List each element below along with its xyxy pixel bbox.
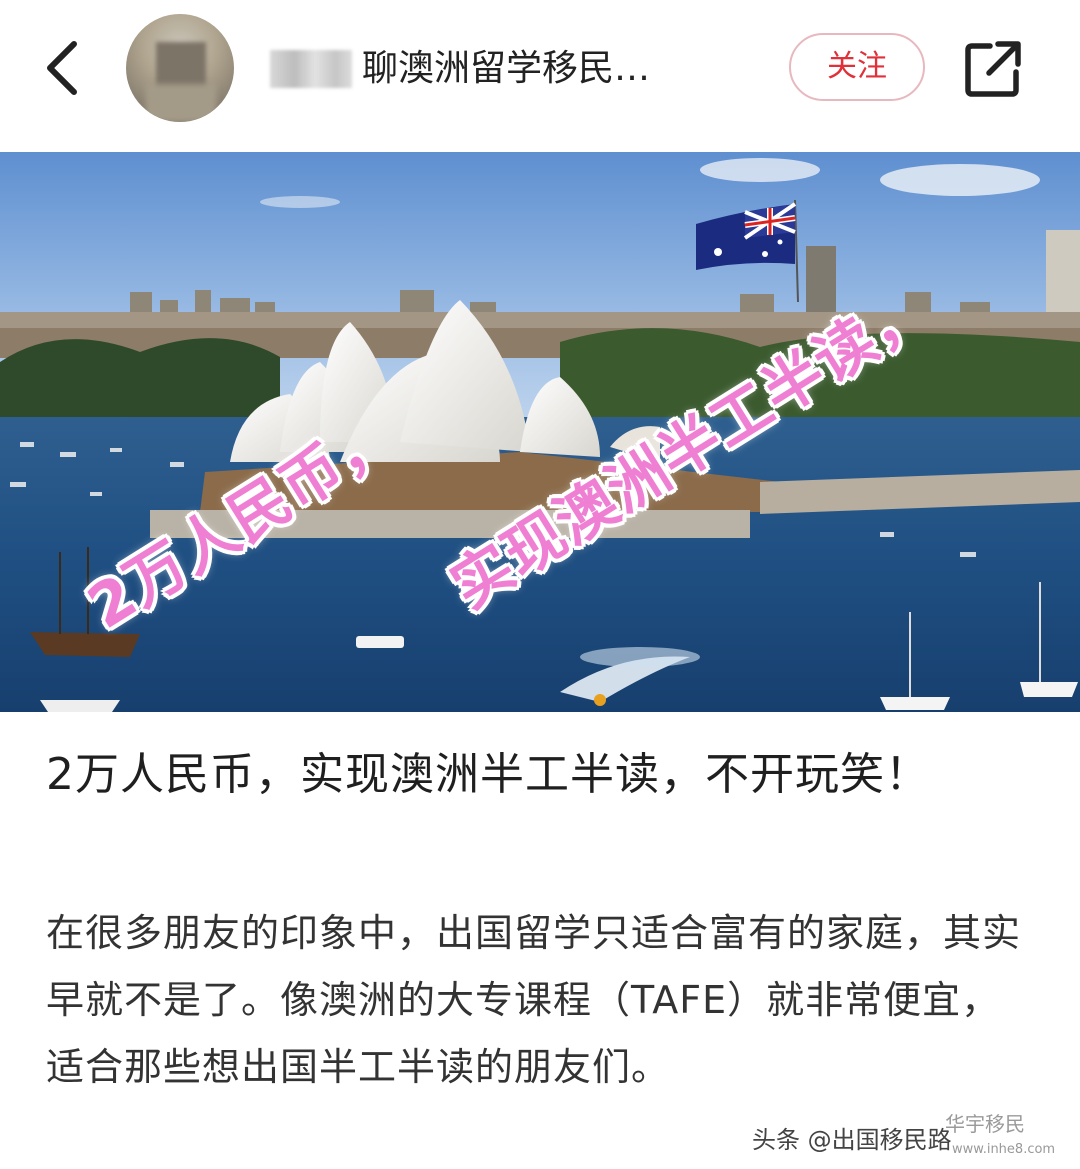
avatar[interactable] [126,14,234,122]
blurred-name-prefix [270,50,352,88]
article-title: 2万人民币，实现澳洲半工半读，不开玩笑！ [46,749,930,800]
url-watermark: www.inhe8.com [952,1142,1056,1157]
stamp-watermark: 华宇移民 [945,1112,1025,1136]
account-name[interactable]: 聊澳洲留学移民… [362,44,772,94]
sydney-opera-house-photo [0,152,1080,712]
article-body: 在很多朋友的印象中，出国留学只适合富有的家庭，其实早就不是了。像澳洲的大专课程（… [46,911,1022,1089]
share-external-icon [965,41,1021,97]
top-bar: 聊澳洲留学移民… 关注 [0,0,1080,140]
share-button[interactable] [962,38,1024,100]
hero-image[interactable] [0,152,1080,712]
chevron-left-icon [47,41,77,95]
follow-button[interactable]: 关注 [789,33,925,101]
back-button[interactable] [36,36,92,100]
source-watermark: 头条 @出国移民路 [752,1126,952,1154]
